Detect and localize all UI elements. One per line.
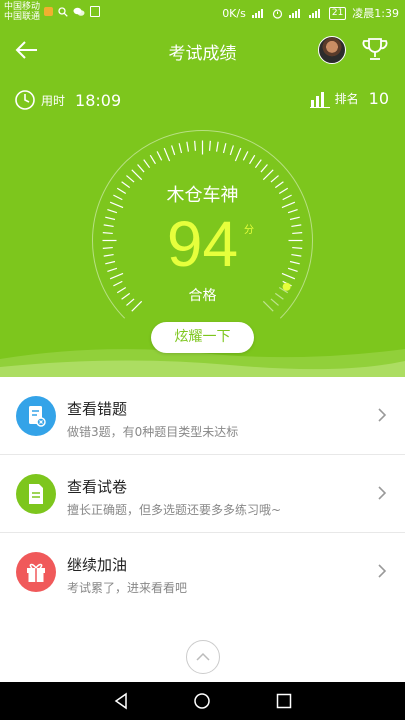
time-used: 用时 18:09: [14, 89, 121, 111]
app-icon: [90, 6, 100, 17]
chevron-right-icon: [378, 564, 387, 578]
list-item-wrong-questions[interactable]: 查看错题 做错3题，有0种题目类型未达标: [0, 377, 405, 455]
carrier-info: 中国移动 中国联通: [4, 2, 40, 22]
gauge-tick: [242, 151, 249, 161]
gauge-tick: [163, 147, 171, 162]
time-value: 18:09: [75, 90, 122, 110]
bar-chart-icon: [309, 91, 330, 108]
score-header: 考试成绩 用时 18:09 排名 10 木仓车神 94 分 合格 炫耀一下: [0, 25, 405, 377]
chevron-up-icon: [196, 652, 210, 661]
action-list: 查看错题 做错3题，有0种题目类型未达标 查看试卷 擅长正确题，但多选题还要多多…: [0, 377, 405, 610]
notification-icons: [44, 6, 100, 17]
item-title: 继续加油: [67, 556, 128, 574]
wrong-questions-icon: [16, 396, 56, 436]
carrier-1: 中国移动: [4, 2, 41, 12]
search-icon: [58, 6, 68, 17]
wechat-icon: [73, 7, 85, 16]
gauge-tick: [171, 145, 176, 156]
rank-value: 10: [368, 89, 389, 108]
chevron-right-icon: [378, 408, 387, 422]
gauge-tick: [131, 169, 143, 181]
exam-paper-icon: [16, 474, 56, 514]
clock-icon: [15, 90, 35, 110]
gauge-tick: [156, 151, 163, 161]
system-status: 0K/s 21 凌晨1:39: [222, 5, 399, 21]
rank: 排名 10: [309, 89, 389, 108]
gauge-tick: [137, 164, 145, 173]
gauge-tick: [222, 143, 227, 154]
item-desc: 擅长正确题，但多选题还要多多练习哦~: [67, 503, 282, 517]
result-title: 木仓车神: [166, 185, 239, 206]
status-bar: 中国移动 中国联通 0K/s 21 凌晨1:39: [0, 0, 405, 25]
system-nav-bar: [0, 682, 405, 720]
clock: 凌晨1:39: [352, 7, 399, 20]
rank-label: 排名: [334, 92, 359, 106]
avatar[interactable]: [318, 36, 346, 64]
show-off-button[interactable]: 炫耀一下: [151, 322, 254, 353]
trophy-icon[interactable]: [360, 35, 390, 65]
item-title: 查看试卷: [67, 478, 128, 496]
gauge-tick: [149, 154, 156, 165]
carrier-2: 中国联通: [4, 12, 41, 22]
gauge-tick: [178, 143, 183, 154]
gauge-tick: [234, 147, 242, 162]
gauge-tick: [208, 140, 211, 151]
time-label: 用时: [41, 93, 66, 108]
gauge-tick: [215, 141, 219, 152]
list-item-exam-paper[interactable]: 查看试卷 擅长正确题，但多选题还要多多练习哦~: [0, 455, 405, 533]
app-notification-icon: [44, 7, 53, 16]
gauge-tick: [143, 159, 151, 169]
gauge-tick: [229, 145, 234, 156]
item-desc: 做错3题，有0种题目类型未达标: [67, 425, 239, 439]
nav-home-icon[interactable]: [193, 692, 211, 710]
score-value: 94: [166, 208, 239, 280]
gauge-tick: [194, 140, 197, 151]
signal-icon: [251, 9, 263, 18]
alarm-icon: [272, 8, 282, 19]
gauge-tick: [249, 154, 256, 165]
scroll-up-button[interactable]: [186, 640, 220, 674]
gift-icon: [16, 552, 56, 592]
gauge-tick: [254, 159, 262, 169]
gauge-tick: [260, 164, 268, 173]
gauge-tick: [186, 141, 190, 152]
pass-status: 合格: [188, 288, 217, 304]
signal-icon-2: [288, 9, 300, 18]
gauge-tick: [262, 169, 274, 181]
battery-icon: 21: [328, 6, 347, 20]
nav-back-icon[interactable]: [112, 692, 130, 710]
item-desc: 考试累了，进来看看吧: [67, 581, 188, 595]
score-unit: 分: [244, 225, 254, 236]
chevron-right-icon: [378, 486, 387, 500]
signal-icon-3: [308, 9, 320, 18]
nav-recents-icon[interactable]: [275, 692, 293, 710]
list-item-keep-going[interactable]: 继续加油 考试累了，进来看看吧: [0, 533, 405, 610]
network-speed: 0K/s: [222, 6, 246, 20]
item-title: 查看错题: [67, 400, 128, 418]
